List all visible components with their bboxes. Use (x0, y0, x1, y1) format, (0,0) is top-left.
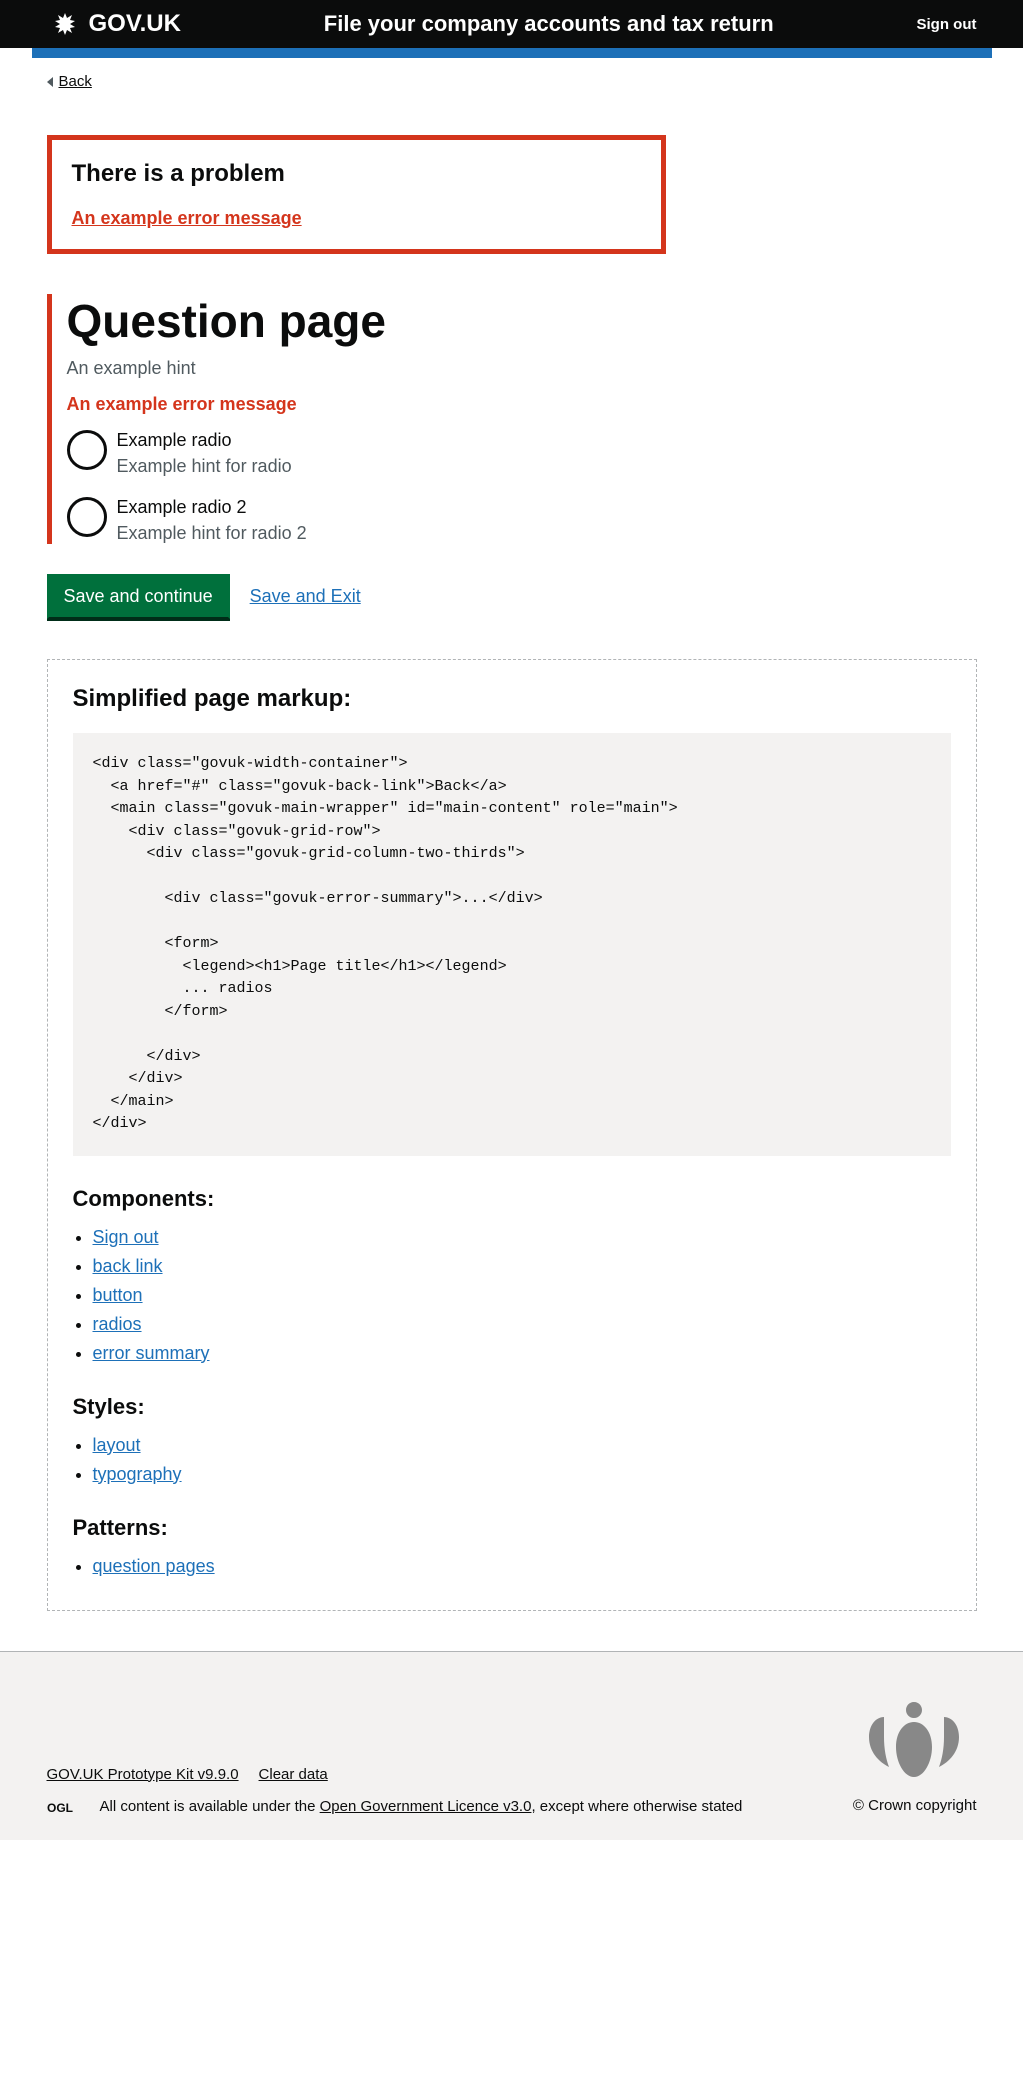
component-link[interactable]: button (93, 1285, 143, 1305)
form-group: Question page An example hint An example… (47, 294, 667, 544)
styles-heading: Styles: (73, 1394, 951, 1420)
blue-bar (32, 48, 992, 58)
component-link[interactable]: back link (93, 1256, 163, 1276)
components-list: Sign out back link button radios error s… (73, 1227, 951, 1364)
svg-text:OGL: OGL (47, 1801, 73, 1815)
pattern-link[interactable]: question pages (93, 1556, 215, 1576)
copyright-link[interactable]: © Crown copyright (853, 1797, 977, 1814)
clear-data-link[interactable]: Clear data (259, 1766, 328, 1783)
error-summary-link[interactable]: An example error message (72, 208, 302, 228)
header: GOV.UK File your company accounts and ta… (0, 0, 1023, 48)
component-link[interactable]: Sign out (93, 1227, 159, 1247)
service-name: File your company accounts and tax retur… (181, 11, 917, 37)
radio-hint-1: Example hint for radio (117, 456, 292, 477)
sign-out-link[interactable]: Sign out (917, 16, 977, 33)
patterns-heading: Patterns: (73, 1515, 951, 1541)
list-item: typography (93, 1464, 951, 1485)
radio-label-1[interactable]: Example radio (117, 430, 232, 450)
radio-hint-2: Example hint for radio 2 (117, 523, 307, 544)
markup-info-box: Simplified page markup: <div class="govu… (47, 659, 977, 1611)
button-group: Save and continue Save and Exit (47, 574, 667, 619)
list-item: button (93, 1285, 951, 1306)
radio-item: Example radio Example hint for radio (67, 430, 667, 477)
markup-heading: Simplified page markup: (73, 685, 951, 713)
footer: GOV.UK Prototype Kit v9.9.0 Clear data O… (0, 1651, 1023, 1840)
list-item: back link (93, 1256, 951, 1277)
component-link[interactable]: error summary (93, 1343, 210, 1363)
component-link[interactable]: radios (93, 1314, 142, 1334)
error-summary-title: There is a problem (72, 160, 642, 188)
radio-item: Example radio 2 Example hint for radio 2 (67, 497, 667, 544)
back-link[interactable]: Back (47, 73, 92, 90)
license-text: All content is available under the Open … (100, 1798, 743, 1815)
inline-error: An example error message (67, 394, 667, 415)
save-exit-link[interactable]: Save and Exit (250, 586, 361, 607)
list-item: layout (93, 1435, 951, 1456)
prototype-kit-link[interactable]: GOV.UK Prototype Kit v9.9.0 (47, 1766, 239, 1783)
page-hint: An example hint (67, 358, 667, 379)
list-item: error summary (93, 1343, 951, 1364)
govuk-logo-text: GOV.UK (89, 10, 181, 38)
error-summary: There is a problem An example error mess… (47, 135, 667, 254)
patterns-list: question pages (73, 1556, 951, 1577)
list-item: radios (93, 1314, 951, 1335)
royal-crest-icon (852, 1692, 977, 1792)
list-item: Sign out (93, 1227, 951, 1248)
list-item: question pages (93, 1556, 951, 1577)
crown-icon (47, 11, 83, 38)
page-title: Question page (67, 294, 667, 348)
code-block: <div class="govuk-width-container"> <a h… (73, 733, 951, 1156)
govuk-logo[interactable]: GOV.UK (47, 10, 181, 38)
radio-label-2[interactable]: Example radio 2 (117, 497, 247, 517)
save-continue-button[interactable]: Save and continue (47, 574, 230, 619)
style-link[interactable]: typography (93, 1464, 182, 1484)
styles-list: layout typography (73, 1435, 951, 1485)
style-link[interactable]: layout (93, 1435, 141, 1455)
ogl-link[interactable]: Open Government Licence v3.0 (320, 1798, 532, 1815)
components-heading: Components: (73, 1186, 951, 1212)
ogl-icon: OGL (47, 1798, 88, 1815)
